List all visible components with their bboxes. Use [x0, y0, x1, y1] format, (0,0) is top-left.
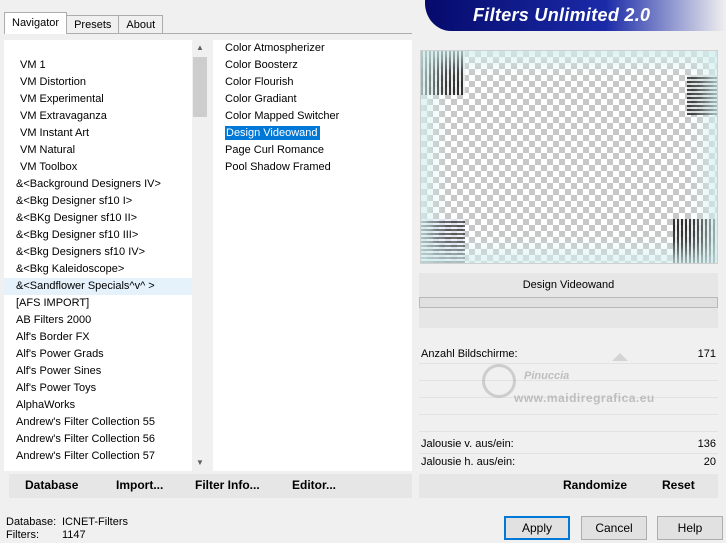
category-item[interactable]: VM Instant Art: [4, 125, 192, 142]
category-list[interactable]: VM 1 VM Distortion VM Experimental VM Ex…: [4, 40, 192, 471]
watermark-logo-icon: [482, 364, 516, 398]
param-label: Jalousie v. aus/ein:: [421, 438, 514, 450]
preset-toolbar: Randomize Reset: [419, 474, 718, 498]
category-item[interactable]: VM Extravaganza: [4, 108, 192, 125]
param-track: [419, 380, 718, 381]
category-item[interactable]: [AFS IMPORT]: [4, 295, 192, 312]
filter-item[interactable]: Pool Shadow Framed: [213, 159, 412, 176]
scroll-thumb[interactable]: [193, 57, 207, 117]
filter-preview[interactable]: [420, 50, 718, 264]
randomize-button[interactable]: Randomize: [563, 478, 627, 492]
banner-title: Filters Unlimited 2.0: [473, 5, 651, 25]
category-item[interactable]: Andrew's Filter Collection 57: [4, 448, 192, 465]
filter-item-label: Page Curl Romance: [225, 144, 325, 156]
filter-info-button[interactable]: Filter Info...: [195, 478, 260, 492]
scroll-down-icon[interactable]: ▼: [192, 455, 208, 471]
tab-about[interactable]: About: [118, 15, 164, 34]
filter-item-label: Color Flourish: [225, 76, 294, 88]
database-value: ICNET-Filters: [62, 516, 128, 528]
category-item[interactable]: AlphaWorks: [4, 397, 192, 414]
filter-item-label: Color Gradiant: [225, 93, 297, 105]
filters-count-label: Filters:: [6, 529, 39, 541]
filter-info-area: [419, 308, 718, 328]
filter-item[interactable]: Page Curl Romance: [213, 142, 412, 159]
param-value: 20: [703, 456, 716, 468]
filter-item-label: Color Boosterz: [225, 59, 298, 71]
param-anzahl-bildschirme[interactable]: Anzahl Bildschirme: 171: [419, 346, 718, 363]
category-item[interactable]: &<Bkg Designers sf10 IV>: [4, 244, 192, 261]
param-track: [419, 414, 718, 415]
category-item[interactable]: &<Bkg Kaleidoscope>: [4, 261, 192, 278]
filter-item-label: Pool Shadow Framed: [225, 161, 331, 173]
filter-item[interactable]: Color Gradiant: [213, 91, 412, 108]
filter-item[interactable]: Color Boosterz: [213, 57, 412, 74]
category-item[interactable]: Andrew's Filter Collection 56: [4, 431, 192, 448]
tab-navigator[interactable]: Navigator: [4, 12, 68, 34]
category-item[interactable]: AB Filters 2000: [4, 312, 192, 329]
category-item[interactable]: Alf's Power Toys: [4, 380, 192, 397]
filter-item-selected[interactable]: Design Videowand: [213, 125, 412, 142]
param-label: Anzahl Bildschirme:: [421, 348, 518, 360]
filter-item-label: Color Mapped Switcher: [225, 110, 340, 122]
filter-item[interactable]: Color Flourish: [213, 74, 412, 91]
category-item[interactable]: VM Toolbox: [4, 159, 192, 176]
help-button[interactable]: Help: [657, 516, 723, 540]
category-item[interactable]: VM Experimental: [4, 91, 192, 108]
category-item[interactable]: Alf's Power Grads: [4, 346, 192, 363]
param-slider-thumb[interactable]: [612, 353, 628, 361]
editor-button[interactable]: Editor...: [292, 478, 336, 492]
param-value: 136: [697, 438, 716, 450]
category-scrollbar[interactable]: ▲ ▼: [192, 40, 208, 471]
watermark-url: www.maidiregrafica.eu: [514, 391, 655, 405]
category-item[interactable]: Alf's Border FX: [4, 329, 192, 346]
watermark: Pinuccia www.maidiregrafica.eu: [478, 364, 698, 414]
apply-button[interactable]: Apply: [504, 516, 570, 540]
preview-glow: [421, 51, 717, 263]
filters-count-value: 1147: [62, 529, 86, 541]
filter-item-label: Color Atmospherizer: [225, 42, 325, 54]
database-label: Database:: [6, 516, 57, 528]
current-filter-name: Design Videowand: [419, 273, 718, 297]
cancel-button[interactable]: Cancel: [581, 516, 647, 540]
param-label: Jalousie h. aus/ein:: [421, 456, 516, 468]
category-item-selected[interactable]: &<Sandflower Specials^v^ >: [4, 278, 192, 295]
tab-presets[interactable]: Presets: [66, 15, 120, 34]
category-item[interactable]: VM Natural: [4, 142, 192, 159]
category-item[interactable]: &<Bkg Designer sf10 III>: [4, 227, 192, 244]
param-track: [419, 397, 718, 398]
filter-list[interactable]: Color Atmospherizer Color Boosterz Color…: [213, 40, 412, 471]
filter-progress-bar: [419, 297, 718, 308]
title-banner: Filters Unlimited 2.0: [425, 0, 726, 31]
category-item[interactable]: VM Distortion: [4, 74, 192, 91]
filter-item-label: Design Videowand: [225, 126, 320, 140]
import-button[interactable]: Import...: [116, 478, 163, 492]
category-item[interactable]: VM 1: [4, 57, 192, 74]
database-button[interactable]: Database: [25, 478, 78, 492]
tab-strip: Navigator Presets About: [4, 12, 164, 34]
scroll-up-icon[interactable]: ▲: [192, 40, 208, 56]
navigator-toolbar: Database Import... Filter Info... Editor…: [9, 474, 412, 498]
param-track: [419, 431, 718, 432]
param-jalousie-v[interactable]: Jalousie v. aus/ein: 136: [419, 436, 718, 453]
param-value: 171: [697, 348, 716, 360]
category-item[interactable]: Alf's Power Sines: [4, 363, 192, 380]
reset-button[interactable]: Reset: [662, 478, 695, 492]
param-jalousie-h[interactable]: Jalousie h. aus/ein: 20: [419, 454, 718, 471]
filter-item[interactable]: Color Mapped Switcher: [213, 108, 412, 125]
category-item[interactable]: &<Background Designers IV>: [4, 176, 192, 193]
category-item[interactable]: &<BKg Designer sf10 II>: [4, 210, 192, 227]
category-item[interactable]: Andrew's Filter Collection 55: [4, 414, 192, 431]
param-track: [419, 363, 718, 364]
filter-item[interactable]: Color Atmospherizer: [213, 40, 412, 57]
category-item[interactable]: &<Bkg Designer sf10 I>: [4, 193, 192, 210]
